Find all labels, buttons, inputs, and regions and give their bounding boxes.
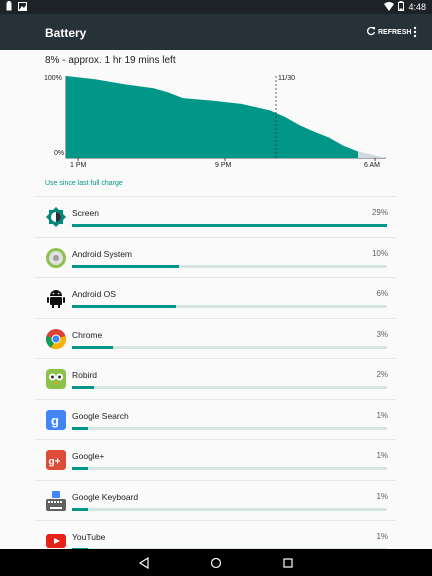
list-item[interactable]: Android OS 6% xyxy=(35,277,396,318)
clock: 4:48 xyxy=(408,2,426,12)
app-name: Google+ xyxy=(72,451,105,461)
usage-bar xyxy=(72,386,387,389)
plot-area xyxy=(66,76,386,158)
usage-bar-fill xyxy=(72,345,113,349)
back-button[interactable] xyxy=(136,555,152,571)
usage-percent: 1% xyxy=(376,410,388,420)
usage-bar-fill xyxy=(72,264,180,268)
battery-summary: 8% - approx. 1 hr 19 mins left xyxy=(45,55,176,66)
app-bar: Battery REFRESH xyxy=(0,14,432,50)
android-robot-icon xyxy=(45,287,67,309)
list-item[interactable]: Robird 2% xyxy=(35,358,396,399)
chrome-icon xyxy=(45,328,67,350)
home-button[interactable] xyxy=(208,555,224,571)
battery-level-area xyxy=(66,76,358,158)
usage-percent: 6% xyxy=(376,289,388,298)
usage-bar xyxy=(72,467,387,470)
list-item[interactable]: Screen 29% xyxy=(35,196,396,237)
app-name: Google Keyboard xyxy=(72,491,139,502)
app-name: Google Search xyxy=(72,410,129,421)
usage-bar xyxy=(72,224,387,227)
app-name: Screen xyxy=(72,208,99,218)
svg-text:g: g xyxy=(51,413,59,428)
recents-button[interactable] xyxy=(280,555,296,571)
battery-notification-icon xyxy=(6,1,12,13)
usage-percent: 29% xyxy=(371,208,388,217)
home-icon xyxy=(210,557,222,569)
section-label: Use since last full charge xyxy=(45,180,123,187)
list-item[interactable]: Google Keyboard 1% xyxy=(35,479,396,521)
refresh-icon xyxy=(366,26,376,38)
image-notification-icon xyxy=(18,1,27,13)
overflow-menu-icon[interactable] xyxy=(413,26,417,41)
usage-percent: 1% xyxy=(376,532,388,541)
list-item[interactable]: Chrome 3% xyxy=(35,317,396,359)
battery-low-icon xyxy=(398,1,405,13)
google-plus-icon: g+ xyxy=(45,449,67,471)
recents-icon xyxy=(283,558,293,568)
x-tick-label: 1 PM xyxy=(70,162,87,169)
usage-percent: 2% xyxy=(376,370,388,379)
usage-percent: 3% xyxy=(376,329,388,339)
app-name: Android System xyxy=(72,248,132,259)
list-item[interactable]: Android System 10% xyxy=(35,236,396,278)
page-title: Battery xyxy=(45,26,87,40)
app-usage-list: Screen 29% Android System 10% Android OS… xyxy=(35,196,396,561)
usage-bar-fill xyxy=(72,426,88,430)
usage-bar xyxy=(72,264,387,268)
robird-icon xyxy=(45,368,67,390)
battery-projection-area xyxy=(358,151,386,158)
back-icon xyxy=(138,557,149,569)
usage-bar xyxy=(72,345,387,349)
usage-bar-fill xyxy=(72,507,88,511)
brightness-icon xyxy=(45,206,67,228)
x-tick-label: 6 AM xyxy=(364,162,380,169)
wifi-icon xyxy=(384,1,395,13)
battery-history-chart: 100% 0% 11/30 1 PM 9 PM 6 AM xyxy=(44,75,386,169)
keyboard-icon xyxy=(45,490,67,512)
list-item[interactable]: g+ Google+ 1% xyxy=(35,439,396,480)
list-item[interactable]: g Google Search 1% xyxy=(35,398,396,440)
refresh-label: REFRESH xyxy=(378,28,412,36)
x-tick-label: 9 PM xyxy=(215,162,232,169)
usage-percent: 1% xyxy=(376,451,388,460)
usage-percent: 10% xyxy=(371,248,388,258)
day-marker-label: 11/30 xyxy=(278,75,295,82)
usage-bar-fill xyxy=(72,305,176,308)
usage-percent: 1% xyxy=(376,491,388,501)
usage-bar-fill xyxy=(72,467,88,470)
refresh-button[interactable]: REFRESH xyxy=(366,26,411,38)
usage-bar xyxy=(72,507,387,511)
android-system-icon xyxy=(45,247,67,269)
y-tick-label: 0% xyxy=(54,150,64,157)
y-tick-label: 100% xyxy=(44,75,62,82)
app-name: Android OS xyxy=(72,289,116,299)
svg-text:g+: g+ xyxy=(49,457,61,468)
google-search-icon: g xyxy=(45,409,67,431)
usage-bar xyxy=(72,426,387,430)
app-name: YouTube xyxy=(72,532,106,542)
navigation-bar xyxy=(0,549,432,576)
status-bar: 4:48 xyxy=(0,0,432,14)
usage-bar-fill xyxy=(72,386,95,389)
usage-bar-fill xyxy=(72,224,387,227)
app-name: Chrome xyxy=(72,329,103,340)
usage-bar xyxy=(72,305,387,308)
app-name: Robird xyxy=(72,370,98,380)
